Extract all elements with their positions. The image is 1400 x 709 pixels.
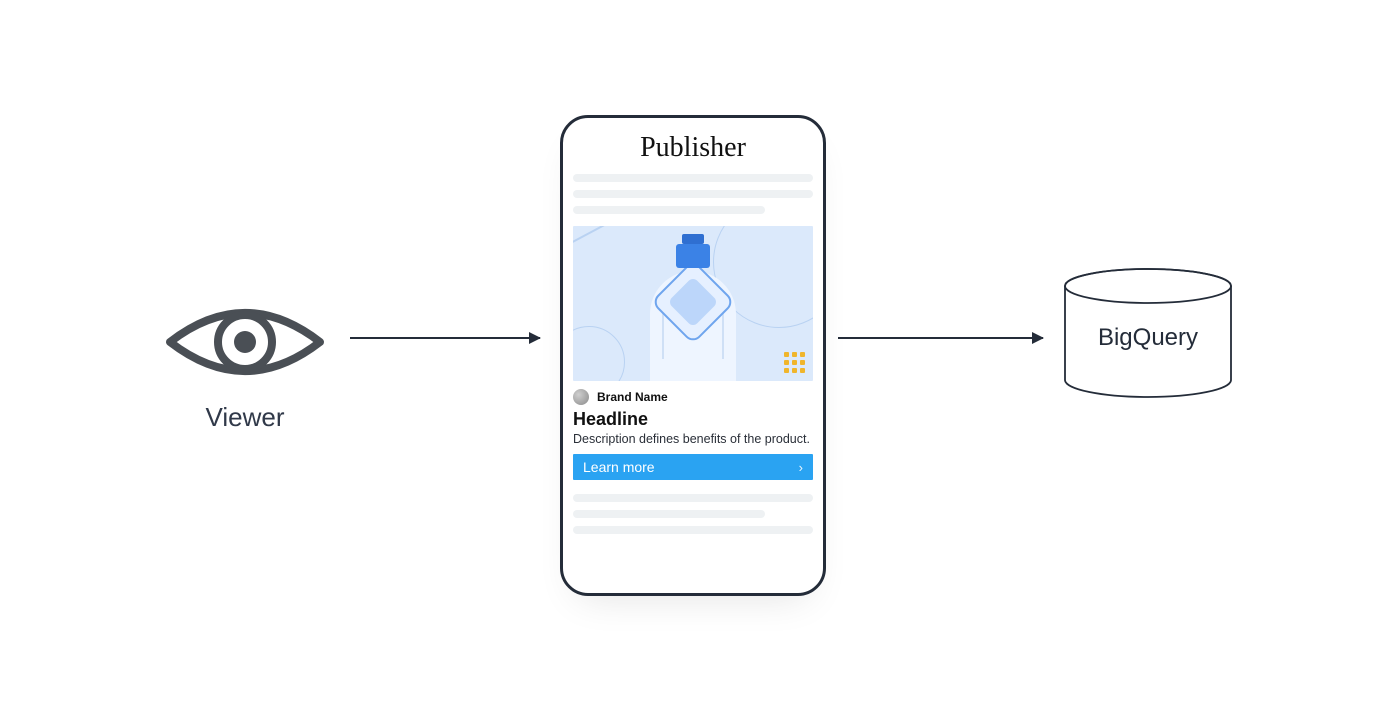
ad-creative-image xyxy=(573,226,813,381)
publisher-title: Publisher xyxy=(573,132,813,164)
eye-icon xyxy=(160,290,330,394)
flow-diagram: Viewer Publisher Brand xyxy=(0,0,1400,709)
ad-brand-row: Brand Name xyxy=(573,389,813,405)
ad-cta-label: Learn more xyxy=(583,459,655,475)
content-placeholder-line xyxy=(573,526,813,534)
brand-avatar-icon xyxy=(573,389,589,405)
bigquery-label: BigQuery xyxy=(1063,324,1233,352)
arrow-publisher-to-bigquery xyxy=(838,337,1043,339)
arrow-viewer-to-publisher xyxy=(350,337,540,339)
content-placeholder-line xyxy=(573,494,813,502)
content-placeholder-line xyxy=(573,190,813,198)
chevron-right-icon: › xyxy=(799,460,803,475)
content-placeholder-line xyxy=(573,510,765,518)
publisher-phone-mockup: Publisher Brand Name Headline xyxy=(560,115,826,596)
grid-dots-icon xyxy=(784,352,805,373)
viewer-node xyxy=(160,290,330,399)
ad-description: Description defines benefits of the prod… xyxy=(573,432,813,446)
ad-cta-button[interactable]: Learn more › xyxy=(573,454,813,480)
content-placeholder-line xyxy=(573,206,765,214)
content-placeholder-line xyxy=(573,174,813,182)
viewer-label: Viewer xyxy=(160,402,330,433)
ad-headline: Headline xyxy=(573,409,813,430)
ad-brand-name: Brand Name xyxy=(597,390,668,404)
